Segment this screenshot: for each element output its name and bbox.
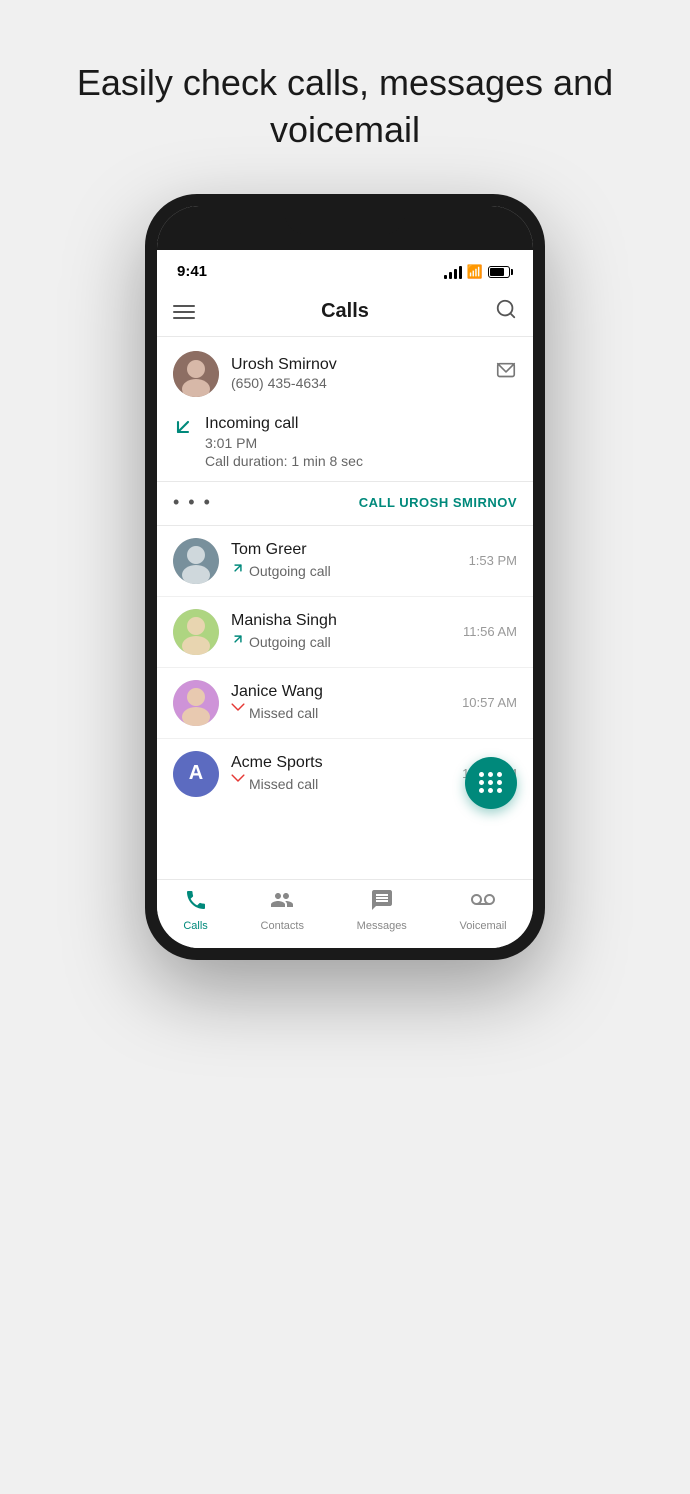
janice-call-time: 10:57 AM [462, 695, 517, 710]
signal-icon [444, 265, 462, 279]
call-contact-button[interactable]: CALL UROSH SMIRNOV [359, 495, 517, 510]
expanded-call-duration: Call duration: 1 min 8 sec [205, 453, 517, 469]
incoming-arrow-icon [173, 417, 193, 443]
battery-icon [488, 266, 513, 278]
expanded-contact-phone: (650) 435-4634 [231, 375, 483, 391]
expanded-contact-info: Urosh Smirnov (650) 435-4634 [231, 356, 483, 391]
expanded-call-time: 3:01 PM [205, 435, 517, 451]
expanded-call-detail: Incoming call 3:01 PM Call duration: 1 m… [157, 407, 533, 481]
contacts-nav-icon [270, 888, 294, 917]
expanded-call-card: Urosh Smirnov (650) 435-4634 [157, 337, 533, 526]
list-item[interactable]: Tom Greer Outgoing call 1:53 PM [157, 526, 533, 597]
menu-button[interactable] [173, 305, 195, 319]
page-header: Easily check calls, messages and voicema… [0, 0, 690, 194]
janice-name: Janice Wang [231, 683, 450, 701]
contacts-nav-label: Contacts [261, 920, 304, 932]
manisha-call-time: 11:56 AM [463, 624, 517, 639]
janice-call-type: Missed call [231, 703, 450, 722]
janice-call-type-text: Missed call [249, 705, 318, 721]
app-title: Calls [321, 300, 369, 323]
manisha-call-type: Outgoing call [231, 632, 451, 651]
janice-info: Janice Wang Missed call [231, 683, 450, 722]
tom-call-time: 1:53 PM [469, 553, 517, 568]
bottom-nav: Calls Contacts M [157, 879, 533, 948]
phone-frame: 9:41 📶 [145, 194, 545, 960]
nav-voicemail[interactable]: Voicemail [460, 888, 507, 932]
voicemail-nav-label: Voicemail [460, 920, 507, 932]
expanded-action-row: • • • CALL UROSH SMIRNOV [157, 481, 533, 525]
messages-nav-icon [370, 888, 394, 917]
messages-nav-label: Messages [357, 920, 407, 932]
manisha-call-type-text: Outgoing call [249, 634, 331, 650]
notch-area [157, 206, 533, 250]
tom-call-type: Outgoing call [231, 561, 457, 580]
nav-calls[interactable]: Calls [183, 888, 207, 932]
nav-contacts[interactable]: Contacts [261, 888, 304, 932]
status-icons: 📶 [444, 264, 513, 280]
status-bar: 9:41 📶 [157, 250, 533, 286]
voicemail-nav-icon [471, 888, 495, 917]
acme-call-type: Missed call [231, 774, 450, 793]
list-item[interactable]: Janice Wang Missed call 10:57 AM [157, 668, 533, 739]
outgoing-arrow-icon [231, 632, 245, 651]
tom-avatar [173, 538, 219, 584]
tom-info: Tom Greer Outgoing call [231, 541, 457, 580]
acme-info: Acme Sports Missed call [231, 754, 450, 793]
notch [285, 206, 405, 234]
calls-nav-label: Calls [183, 920, 207, 932]
status-time: 9:41 [177, 263, 207, 280]
manisha-avatar [173, 609, 219, 655]
tom-call-type-text: Outgoing call [249, 563, 331, 579]
search-button[interactable] [495, 298, 517, 326]
app-header: Calls [157, 286, 533, 337]
wifi-icon: 📶 [467, 264, 483, 280]
manisha-name: Manisha Singh [231, 612, 451, 630]
missed-arrow-icon [231, 774, 245, 793]
urosh-avatar [173, 351, 219, 397]
phone-mockup: 9:41 📶 [145, 194, 545, 1014]
acme-avatar: A [173, 751, 219, 797]
manisha-info: Manisha Singh Outgoing call [231, 612, 451, 651]
expanded-contact-name: Urosh Smirnov [231, 356, 483, 374]
missed-arrow-icon [231, 703, 245, 722]
acme-call-type-text: Missed call [249, 776, 318, 792]
phone-screen: 9:41 📶 [157, 206, 533, 948]
janice-avatar [173, 680, 219, 726]
calls-nav-icon [184, 888, 208, 917]
expanded-call-type: Incoming call [205, 415, 517, 433]
acme-name: Acme Sports [231, 754, 450, 772]
expanded-contact-row: Urosh Smirnov (650) 435-4634 [157, 337, 533, 407]
dialpad-fab[interactable] [465, 757, 517, 809]
list-item[interactable]: Manisha Singh Outgoing call 11:56 AM [157, 597, 533, 668]
nav-messages[interactable]: Messages [357, 888, 407, 932]
message-icon-button[interactable] [495, 360, 517, 388]
expanded-call-type-info: Incoming call 3:01 PM Call duration: 1 m… [205, 415, 517, 469]
tom-name: Tom Greer [231, 541, 457, 559]
outgoing-arrow-icon [231, 561, 245, 580]
more-options-button[interactable]: • • • [173, 492, 212, 513]
dialpad-icon [479, 772, 503, 793]
